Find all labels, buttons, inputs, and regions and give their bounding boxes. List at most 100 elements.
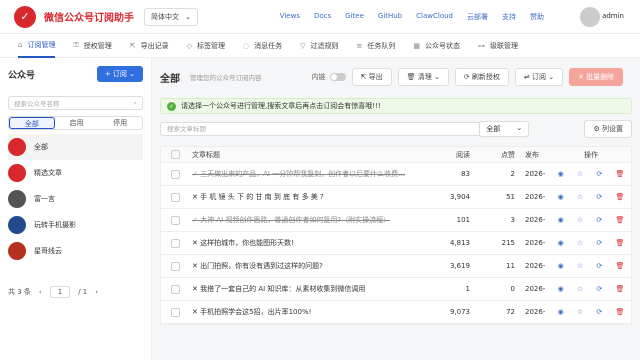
article-title-text: 手机拍照学会这5招，出片率100%! (200, 308, 312, 316)
select-value: 全部 (486, 125, 501, 133)
account-avatar (8, 190, 26, 208)
view-icon[interactable]: ◉ (558, 170, 564, 178)
view-icon[interactable]: ◉ (558, 262, 564, 270)
tab-export[interactable]: ⇱ 导出记录 (130, 34, 169, 58)
avatar[interactable] (580, 7, 600, 27)
row-checkbox[interactable] (171, 261, 180, 271)
row-checkbox[interactable] (171, 215, 180, 225)
clean-button[interactable]: 🗑 清理 ⌄ (397, 68, 449, 86)
article-search-input[interactable]: 搜索文章标题 (160, 122, 490, 136)
delete-icon[interactable]: 🗑 (615, 308, 624, 316)
tab-messages[interactable]: ◌ 消息任务 (243, 34, 282, 58)
table-row[interactable]: ✕ 我搭了一套自己的 AI 知识库：从素材收集到微信调用 1 0 2026- ◉ ☆ ⟳ 🗑 (161, 278, 631, 301)
view-icon[interactable]: ◉ (558, 193, 564, 201)
account-item[interactable]: 玩转手机摄影 (8, 212, 143, 238)
star-icon[interactable]: ☆ (577, 285, 583, 293)
article-title[interactable]: ✕ 手机拍照学会这5招，出片率100%! (192, 307, 412, 317)
select-all-checkbox[interactable] (171, 150, 180, 159)
app-title: 微信公众号订阅助手 (44, 13, 134, 24)
next-page-icon[interactable]: › (95, 288, 98, 296)
account-item[interactable]: 星哥线云 (8, 238, 143, 264)
inline-toggle[interactable]: 内链 (312, 72, 346, 82)
star-icon[interactable]: ☆ (577, 239, 583, 247)
col-read: 阅读 (456, 150, 470, 159)
star-icon[interactable]: ☆ (577, 216, 583, 224)
filter-all[interactable]: 全部 (9, 117, 55, 129)
row-checkbox[interactable] (171, 192, 180, 202)
delete-icon[interactable]: 🗑 (615, 193, 624, 201)
prev-page-icon[interactable]: ‹ (39, 288, 42, 296)
filter-disabled[interactable]: 停用 (98, 117, 142, 129)
article-title[interactable]: ✓ 三天做出来的产品，AI 一分钟帮我复刻，创作者以后要什么收费… (192, 169, 412, 179)
subscribe-menu-button[interactable]: ⇌ 订阅 ⌄ (514, 68, 564, 86)
table-row[interactable]: ✕ 这样拍城市，你也能图形天数! 4,813 215 2026- ◉ ☆ ⟳ 🗑 (161, 232, 631, 255)
link-docs[interactable]: Docs (314, 12, 331, 22)
account-item[interactable]: 全部 (8, 134, 143, 160)
article-title[interactable]: ✕ 这样拍城市，你也能图形天数! (192, 238, 412, 248)
username[interactable]: admin (602, 12, 624, 20)
subscribe-button[interactable]: + 订阅 ⌄ (96, 66, 143, 82)
article-title[interactable]: ✕ 出门拍照，你有没有遇到过这样的问题? (192, 261, 412, 271)
link-github[interactable]: GitHub (378, 12, 402, 22)
row-checkbox[interactable] (171, 284, 180, 294)
star-icon[interactable]: ☆ (577, 308, 583, 316)
refresh-icon[interactable]: ⟳ (596, 308, 602, 316)
refresh-icon[interactable]: ⟳ (596, 170, 602, 178)
article-status-select[interactable]: 全部 ⌄ (479, 121, 530, 137)
article-title[interactable]: ✓ 大神 AI 视频创作思路，普通创作者如何复用?（附实操流程） (192, 215, 412, 225)
link-gitee[interactable]: Gitee (345, 12, 364, 22)
view-icon[interactable]: ◉ (558, 285, 564, 293)
account-item[interactable]: 富一言 (8, 186, 143, 212)
tab-tags[interactable]: ◇ 标签管理 (187, 34, 225, 58)
table-row[interactable]: ✓ 三天做出来的产品，AI 一分钟帮我复刻，创作者以后要什么收费… 83 2 2026… (161, 163, 631, 186)
article-title[interactable]: ✕ 我搭了一套自己的 AI 知识库：从素材收集到微信调用 (192, 284, 412, 294)
tab-label: 导出记录 (140, 41, 169, 50)
refresh-icon[interactable]: ⟳ (596, 285, 602, 293)
table-row[interactable]: ✕ 出门拍照，你有没有遇到过这样的问题? 3,619 11 2026- ◉ ☆ ⟳ 🗑 (161, 255, 631, 278)
export-button[interactable]: ⇱ 导出 (351, 68, 392, 86)
row-checkbox[interactable] (171, 169, 180, 179)
refresh-icon[interactable]: ⟳ (596, 239, 602, 247)
star-icon[interactable]: ☆ (577, 193, 583, 201)
view-icon[interactable]: ◉ (558, 239, 564, 247)
refresh-icon[interactable]: ⟳ (596, 193, 602, 201)
view-icon[interactable]: ◉ (558, 308, 564, 316)
delete-icon[interactable]: 🗑 (615, 170, 624, 178)
account-name: 富一言 (34, 195, 55, 203)
link-cloud-deploy[interactable]: 云部署 (467, 12, 488, 22)
delete-icon[interactable]: 🗑 (615, 262, 624, 270)
column-settings-button[interactable]: ⚙ 列设置 (584, 120, 632, 138)
row-checkbox[interactable] (171, 238, 180, 248)
delete-icon[interactable]: 🗑 (615, 239, 624, 247)
current-page[interactable]: 1 (49, 286, 71, 298)
tab-account-status[interactable]: ▦ 公众号状态 (413, 34, 460, 58)
link-clawcloud[interactable]: ClawCloud (416, 12, 453, 22)
toggle-switch[interactable] (329, 73, 346, 81)
view-icon[interactable]: ◉ (558, 216, 564, 224)
delete-icon[interactable]: 🗑 (615, 285, 624, 293)
refresh-icon[interactable]: ⟳ (596, 262, 602, 270)
filter-enabled[interactable]: 启用 (55, 117, 99, 129)
row-checkbox[interactable] (171, 307, 180, 317)
tab-auth[interactable]: ⚿ 授权管理 (73, 34, 111, 58)
link-views[interactable]: Views (280, 12, 300, 22)
star-icon[interactable]: ☆ (577, 170, 583, 178)
language-select[interactable]: 简体中文 ⌄ (144, 7, 198, 26)
tab-subscriptions[interactable]: ⌂ 订阅管理 (18, 34, 56, 58)
batch-delete-button[interactable]: ✕ 批量删除 (569, 68, 624, 86)
table-row[interactable]: ✕ 手 机 镜 头 下 的 甘 南 到 底 有 多 美 ? 3,904 51 2026… (161, 186, 631, 209)
account-item[interactable]: 精选文章 (8, 160, 143, 186)
link-support[interactable]: 支持 (502, 12, 516, 22)
account-search-input[interactable]: 搜索公众号名称 ⌕ (8, 96, 143, 110)
tab-cascade[interactable]: ⊶ 级联管理 (478, 34, 518, 58)
refresh-icon[interactable]: ⟳ (596, 216, 602, 224)
refresh-auth-button[interactable]: ⟳ 刷新授权 (454, 68, 509, 86)
tab-filters[interactable]: ▽ 过滤规则 (300, 34, 338, 58)
table-row[interactable]: ✓ 大神 AI 视频创作思路，普通创作者如何复用?（附实操流程） 101 3 2026… (161, 209, 631, 232)
table-row[interactable]: ✕ 手机拍照学会这5招，出片率100%! 9,073 72 2026- ◉ ☆ ⟳ 🗑 (161, 301, 631, 324)
tab-queue[interactable]: ≡ 任务队列 (357, 34, 396, 58)
article-title[interactable]: ✕ 手 机 镜 头 下 的 甘 南 到 底 有 多 美 ? (192, 192, 412, 202)
link-sponsor[interactable]: 赞助 (530, 12, 544, 22)
star-icon[interactable]: ☆ (577, 262, 583, 270)
delete-icon[interactable]: 🗑 (615, 216, 624, 224)
